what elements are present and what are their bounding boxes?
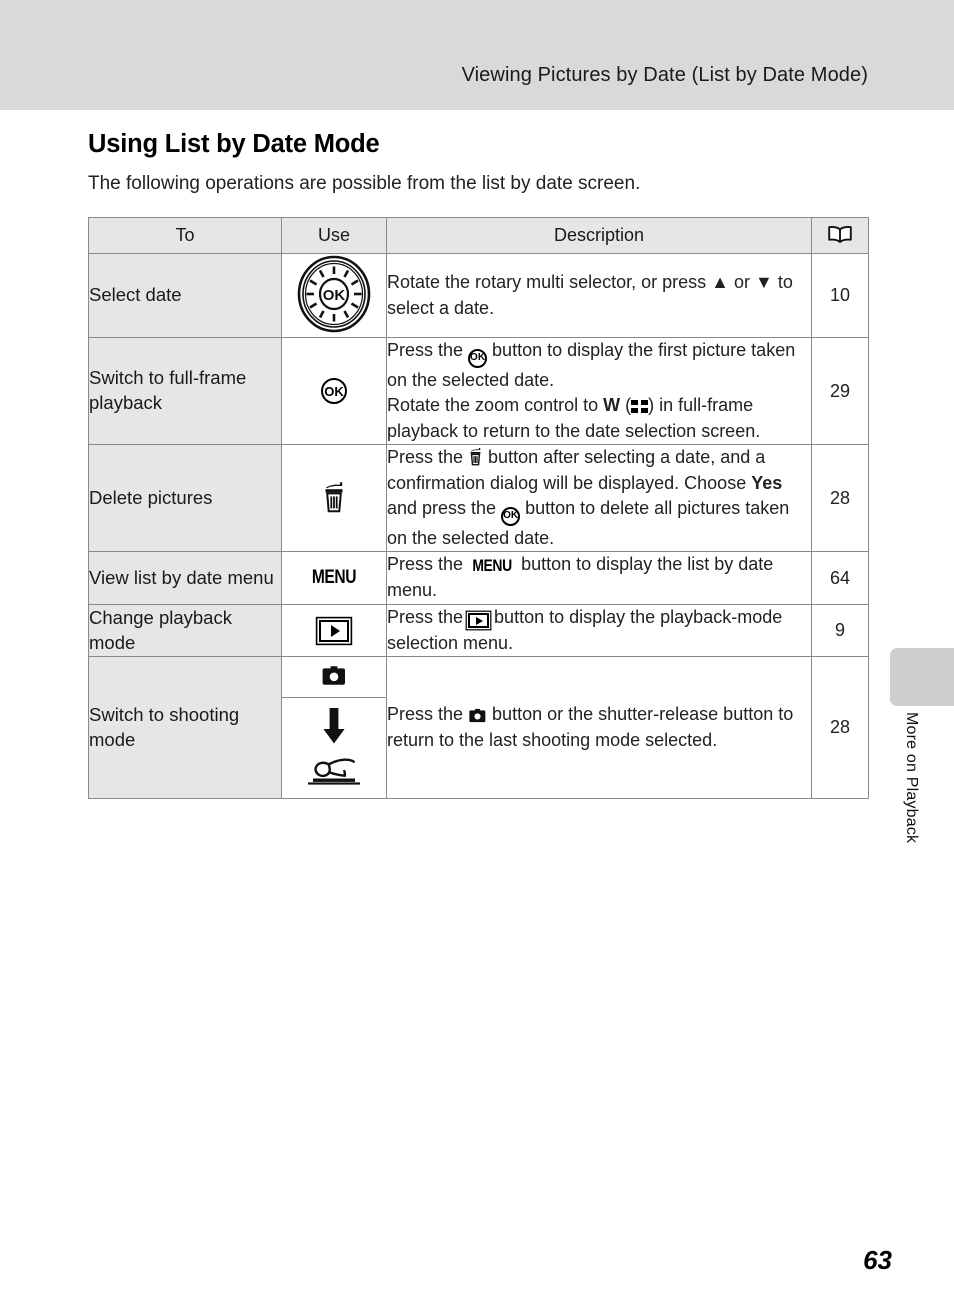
svg-text:OK: OK [323,287,346,304]
description-text-part: Press the [387,606,469,627]
page-title: Using List by Date Mode [88,130,380,158]
table-row: Change playback mode Press the button to… [88,603,869,658]
use-cell: MENU [281,551,387,605]
ok-button-icon: OK [501,506,521,526]
description-text-part: Press the [387,340,469,360]
description-text-part: Rotate the zoom control to [387,395,604,416]
reference-page: 29 [811,336,869,446]
thumbnail-view-icon [631,400,649,414]
section-intro-text: The following operations are possible fr… [88,173,641,194]
page-content: Using List by Date Mode The following op… [88,110,869,800]
zoom-wide-label: W [603,395,621,416]
description-cell: Rotate the rotary multi selector, or pre… [386,253,812,338]
description-cell: Press the MENU button to display the lis… [386,551,812,605]
description-text-part: and press the [387,498,502,519]
column-header-use: Use [281,217,387,254]
camera-button-icon [468,704,487,724]
chapter-tab-marker [890,648,954,706]
use-subcell-shutter [282,698,386,798]
reference-page: 64 [811,551,869,605]
description-text-part: or [728,271,755,292]
description-text-part: Rotate the rotary multi selector, or pre… [387,271,712,292]
row-label-switch-shooting-mode: Switch to shooting mode [88,656,282,800]
playback-button-icon [319,619,349,642]
reference-page: 28 [811,656,869,800]
row-label-change-playback-mode: Change playback mode [88,603,282,658]
camera-button-icon [321,665,347,689]
table-row: View list by date menu MENU Press the ME… [88,551,869,605]
page-number: 63 [863,1245,892,1275]
column-header-to: To [88,217,282,254]
row-label-select-date: Select date [88,253,282,338]
description-cell: Press the button or the shutter-release … [386,656,812,800]
down-arrow-icon [321,706,347,749]
description-text-part: Press the [387,704,469,724]
playback-button-icon [468,613,490,629]
table-row: Switch to shooting mode Press the button… [88,656,869,800]
up-triangle-icon: ▲ [711,271,729,292]
reference-page: 28 [811,444,869,553]
ok-button-icon: OK [321,378,347,405]
use-subcell-camera [282,657,386,699]
open-book-icon [827,225,853,246]
reference-page: 10 [811,253,869,338]
use-cell [281,603,387,658]
page-running-header: Viewing Pictures by Date (List by Date M… [0,0,954,110]
description-cell: Press the button to display the playback… [386,603,812,658]
column-header-description: Description [386,217,812,254]
chapter-tab-label: More on Playback [903,712,920,844]
ok-button-icon: OK [468,348,488,368]
row-label-delete-pictures: Delete pictures [88,444,282,553]
menu-button-icon: MENU [472,556,512,576]
use-cell-split [281,656,387,800]
use-cell: OK [281,253,387,338]
down-triangle-icon: ▼ [754,271,773,292]
description-cell: Press the button after selecting a date,… [386,444,812,553]
menu-button-icon: MENU [311,567,357,589]
description-text-part: Press the [387,554,469,575]
table-row: Select date OK Rotate the rotary multi s… [88,253,869,338]
trash-can-icon [468,447,483,467]
row-label-switch-full-frame: Switch to full-frame playback [88,336,282,446]
column-header-reference [811,217,869,254]
description-text-part: Press the [387,447,469,468]
description-cell: Press the OK button to display the first… [386,336,812,446]
description-text-part: ( [620,395,632,416]
trash-can-icon [321,481,347,515]
rotary-multi-selector-dial-icon: OK [296,255,372,336]
use-cell: OK [281,336,387,446]
use-cell [281,444,387,553]
row-label-view-list-menu: View list by date menu [88,551,282,605]
running-header-title: Viewing Pictures by Date (List by Date M… [461,64,868,86]
choice-yes-label: Yes [751,472,783,493]
shutter-release-press-icon [305,751,363,790]
table-row: Delete pictures Press the button after s… [88,444,869,553]
operations-table: To Use Description Select date OK Rotate… [88,217,869,800]
table-row: Switch to full-frame playback OK Press t… [88,336,869,446]
reference-page: 9 [811,603,869,658]
table-header-row: To Use Description [88,217,869,254]
